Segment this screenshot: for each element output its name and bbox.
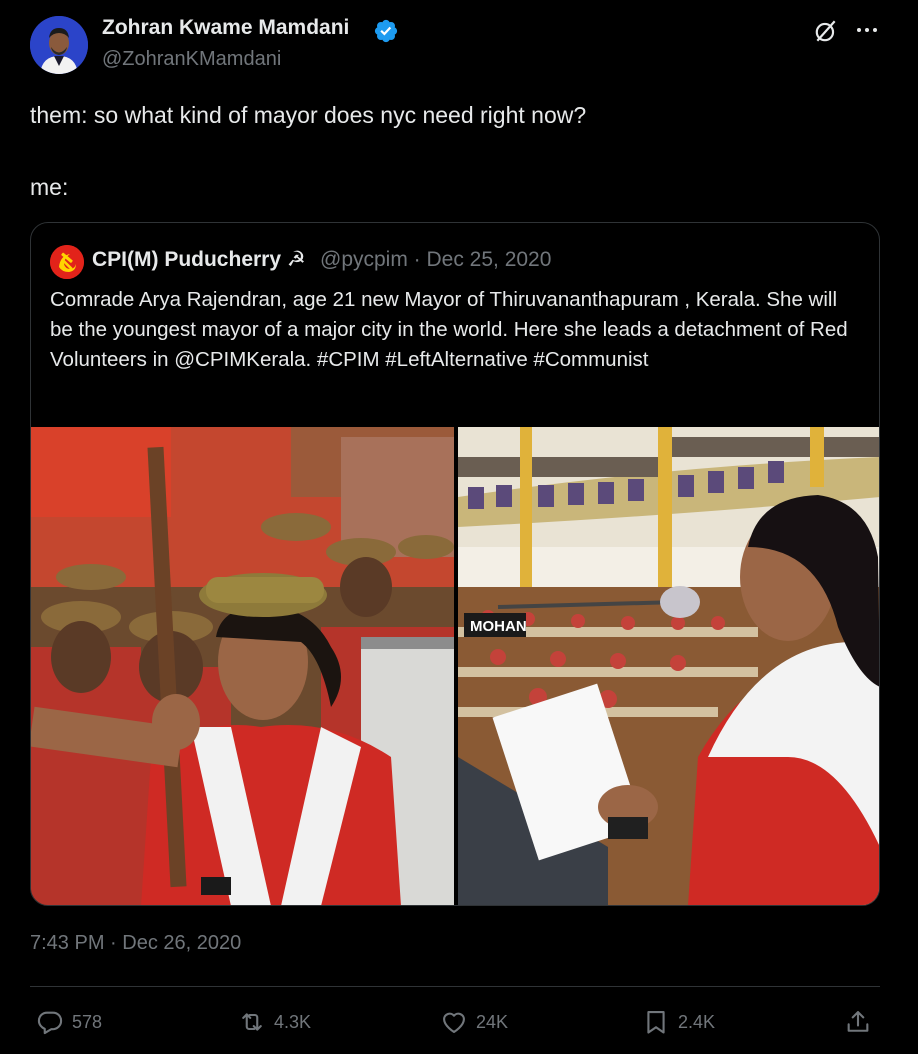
photo-council-hall[interactable]: MOHAN xyxy=(458,427,879,905)
quoted-handle-date[interactable]: @pycpim · Dec 25, 2020 xyxy=(320,248,551,272)
hammer-sickle-icon xyxy=(50,245,84,279)
quoted-tweet[interactable]: CPI(M) Puducherry ☭ @pycpim · Dec 25, 20… xyxy=(30,222,880,906)
more-icon[interactable] xyxy=(854,18,880,42)
photo-red-volunteers[interactable] xyxy=(31,427,454,905)
like-button[interactable]: 24K xyxy=(440,1007,508,1037)
repost-icon xyxy=(242,1013,262,1031)
repost-button[interactable]: 4.3K xyxy=(238,1007,311,1037)
hammer-sickle-emoji: ☭ xyxy=(286,248,306,271)
quoted-author-name[interactable]: CPI(M) Puducherry ☭ xyxy=(92,247,306,272)
author-handle[interactable]: @ZohranKMamdani xyxy=(102,48,281,71)
repost-count: 4.3K xyxy=(274,1011,312,1032)
share-button[interactable] xyxy=(844,1007,872,1037)
verified-badge-icon xyxy=(374,19,398,43)
quoted-author-name-text: CPI(M) Puducherry xyxy=(92,248,282,271)
tweet-text-line-2: me: xyxy=(30,174,69,200)
bookmark-count: 2.4K xyxy=(678,1011,716,1032)
quoted-author-avatar[interactable] xyxy=(50,245,84,279)
share-icon xyxy=(847,1011,869,1032)
author-name[interactable]: Zohran Kwame Mamdani xyxy=(102,16,349,40)
tweet-timestamp[interactable]: 7:43 PM · Dec 26, 2020 xyxy=(30,932,241,955)
reply-button[interactable]: 578 xyxy=(36,1007,102,1037)
divider xyxy=(30,986,880,987)
author-avatar[interactable] xyxy=(30,16,88,74)
tweet-text: them: so what kind of mayor does nyc nee… xyxy=(30,98,890,204)
quoted-tweet-text: Comrade Arya Rajendran, age 21 new Mayor… xyxy=(50,288,848,371)
grok-icon[interactable] xyxy=(813,18,839,44)
like-count: 24K xyxy=(476,1011,509,1032)
bookmark-button[interactable]: 2.4K xyxy=(642,1007,715,1037)
reply-icon xyxy=(37,1011,63,1035)
reply-count: 578 xyxy=(72,1011,103,1032)
nameplate-text: MOHAN xyxy=(470,618,527,635)
tweet-text-line-1: them: so what kind of mayor does nyc nee… xyxy=(30,102,587,128)
heart-icon xyxy=(443,1012,465,1033)
bookmark-icon xyxy=(647,1011,665,1034)
tweet-detail: Zohran Kwame Mamdani @ZohranKMamdani the… xyxy=(0,0,918,1054)
